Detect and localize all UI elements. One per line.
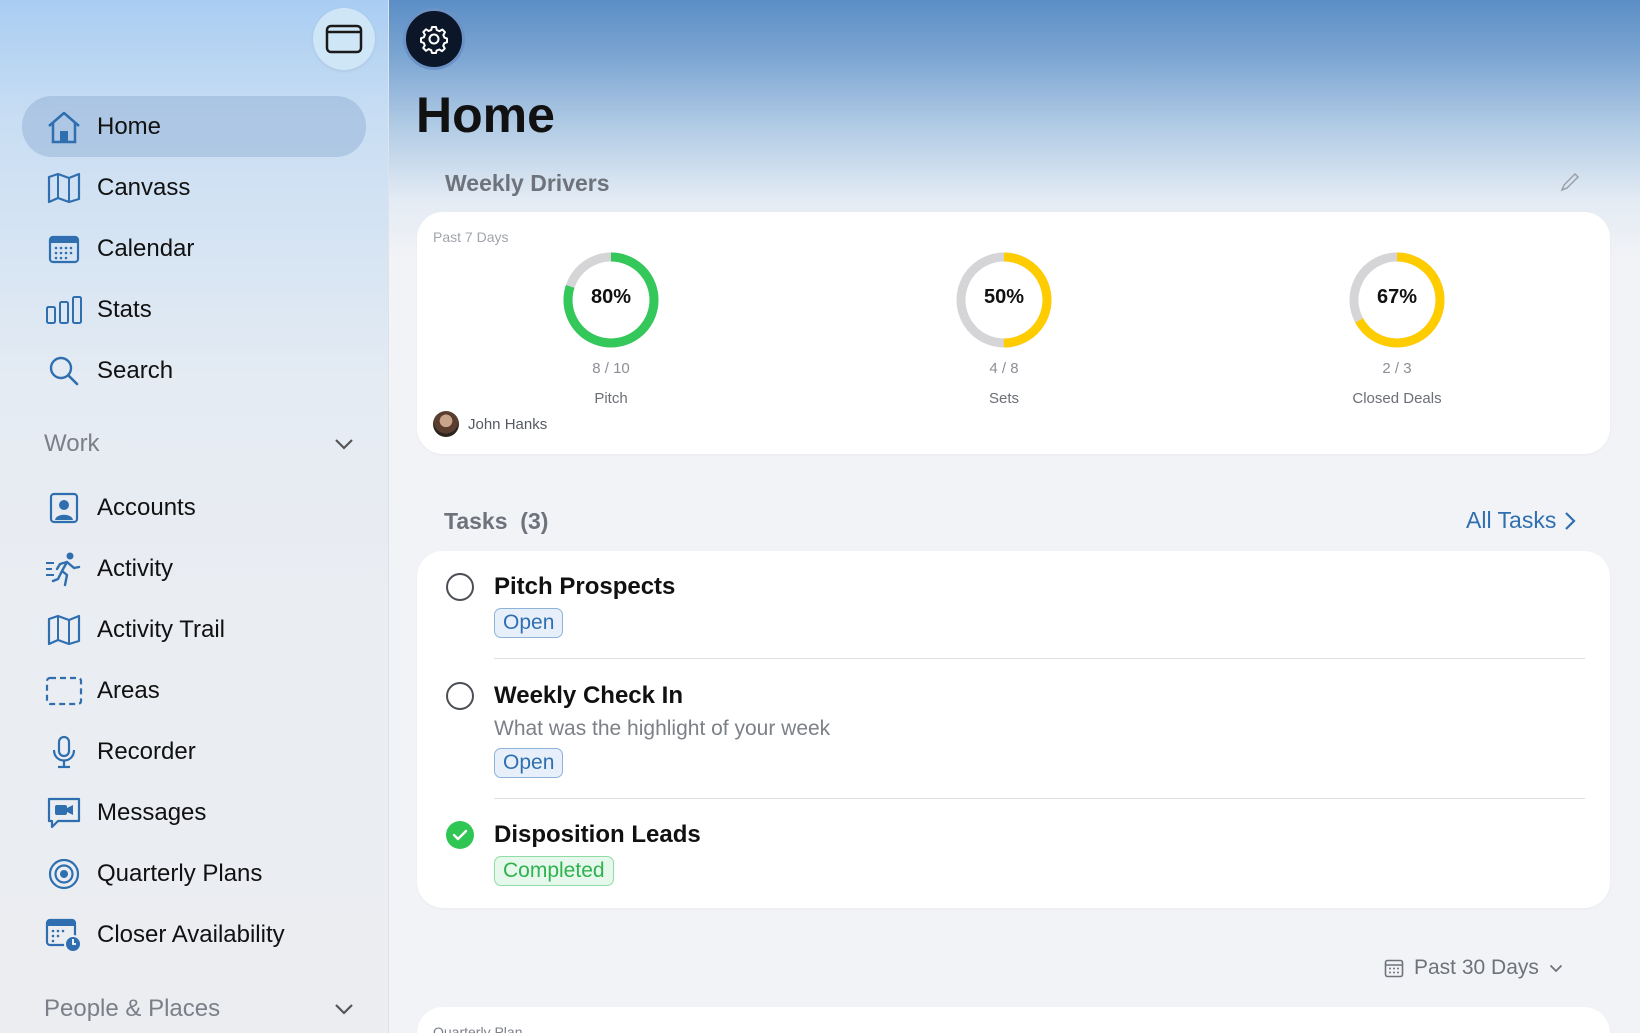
sidebar-item-label: Recorder	[97, 737, 196, 765]
sidebar-item-label: Activity Trail	[97, 615, 226, 643]
tasks-title: Tasks (3)	[444, 508, 549, 534]
gauge-closed-deals: 67% 2 / 3 Closed Deals	[1297, 250, 1497, 407]
sidebar-item-calendar[interactable]: Calendar	[22, 218, 366, 279]
gauge-fraction: 8 / 10	[592, 360, 630, 377]
tasks-card: Pitch Prospects Open Weekly Check In Wha…	[417, 551, 1610, 908]
target-icon	[44, 854, 84, 894]
status-badge: Open	[494, 608, 564, 638]
sidebar-item-stats[interactable]: Stats	[22, 279, 366, 340]
gear-icon	[420, 26, 448, 54]
gauge-percent: 50%	[983, 286, 1025, 308]
gauge-label: Pitch	[594, 390, 628, 407]
owner: John Hanks	[433, 411, 547, 437]
gauge-percent: 80%	[590, 286, 632, 308]
home-icon	[44, 107, 84, 147]
period-label: Past 7 Days	[433, 229, 509, 245]
sidebar-item-accounts[interactable]: Accounts	[22, 477, 366, 538]
sidebar-item-recorder[interactable]: Recorder	[22, 721, 366, 782]
sidebar-item-label: Calendar	[97, 234, 195, 262]
calendar-clock-icon	[44, 915, 84, 955]
weekly-drivers-title: Weekly Drivers	[445, 170, 610, 196]
task-subtitle: What was the highlight of your week	[494, 717, 831, 740]
checkmark-icon	[452, 829, 468, 841]
sidebar-toggle-icon	[325, 24, 363, 54]
date-range-selector[interactable]: Past 30 Days	[1384, 956, 1563, 980]
section-title: People & Places	[44, 995, 221, 1022]
task-title: Weekly Check In	[494, 682, 683, 709]
status-badge: Completed	[494, 856, 614, 886]
sidebar-item-messages[interactable]: Messages	[22, 782, 366, 843]
weekly-drivers-card[interactable]: Past 7 Days 80% 8 / 10 Pitch 50% 4 / 8 S…	[417, 212, 1610, 454]
microphone-icon	[44, 732, 84, 772]
divider	[494, 798, 1585, 799]
sidebar-item-label: Stats	[97, 295, 152, 323]
sidebar-item-quarterly-plans[interactable]: Quarterly Plans	[22, 843, 366, 904]
chevron-down-icon	[1549, 964, 1563, 972]
chevron-down-icon	[335, 439, 353, 450]
owner-name: John Hanks	[468, 415, 548, 433]
running-figure-icon	[44, 549, 84, 589]
sidebar: Home Canvass Calendar Stats Search Work …	[0, 0, 389, 1033]
sidebar-item-label: Messages	[97, 798, 207, 826]
bar-chart-icon	[44, 290, 84, 330]
sidebar-item-activity-trail[interactable]: Activity Trail	[22, 599, 366, 660]
pencil-edit-icon[interactable]	[1560, 172, 1580, 192]
sidebar-toggle-button[interactable]	[313, 8, 375, 70]
all-tasks-label: All Tasks	[1466, 507, 1557, 533]
sidebar-item-canvass[interactable]: Canvass	[22, 157, 366, 218]
sidebar-item-label: Accounts	[97, 493, 196, 521]
status-badge: Open	[494, 748, 564, 778]
map-icon	[44, 610, 84, 650]
gauge-percent: 67%	[1376, 286, 1418, 308]
chevron-right-icon	[1565, 511, 1576, 530]
sidebar-item-label: Quarterly Plans	[97, 859, 263, 887]
section-people-places-header[interactable]: People & Places	[44, 995, 354, 1023]
section-title: Work	[44, 430, 100, 457]
gauge-pitch: 80% 8 / 10 Pitch	[511, 250, 711, 407]
sidebar-item-label: Home	[97, 112, 162, 140]
sidebar-item-label: Canvass	[97, 173, 191, 201]
calendar-icon	[44, 229, 84, 269]
dashed-rectangle-icon	[44, 671, 84, 711]
page-title: Home	[416, 87, 555, 143]
sidebar-item-home[interactable]: Home	[22, 96, 366, 157]
gauge-label: Sets	[988, 390, 1019, 407]
task-checkbox[interactable]	[446, 573, 474, 601]
map-icon	[44, 168, 84, 208]
chevron-down-icon	[335, 1004, 353, 1015]
contact-card-icon	[44, 488, 84, 528]
sidebar-item-areas[interactable]: Areas	[22, 660, 366, 721]
sidebar-item-label: Activity	[97, 554, 174, 582]
video-message-icon	[44, 793, 84, 833]
main-content: Home Weekly Drivers Past 7 Days 80% 8 / …	[389, 0, 1640, 1033]
quarterly-plan-label: Quarterly Plan	[433, 1024, 523, 1033]
all-tasks-link[interactable]: All Tasks	[1466, 507, 1576, 534]
gauge-fraction: 4 / 8	[989, 360, 1019, 377]
sidebar-item-closer-availability[interactable]: Closer Availability	[22, 904, 366, 965]
task-title: Disposition Leads	[494, 821, 701, 848]
task-checkbox[interactable]	[446, 682, 474, 710]
sidebar-item-label: Closer Availability	[97, 920, 285, 948]
sidebar-item-label: Search	[97, 356, 174, 384]
gauge-label: Closed Deals	[1352, 390, 1442, 407]
date-range-label: Past 30 Days	[1414, 956, 1539, 979]
task-title: Pitch Prospects	[494, 573, 676, 600]
gauge-fraction: 2 / 3	[1382, 360, 1412, 377]
calendar-icon	[1384, 959, 1404, 978]
quarterly-plan-card[interactable]: Quarterly Plan	[417, 1007, 1610, 1033]
gauge-sets: 50% 4 / 8 Sets	[904, 250, 1104, 407]
search-icon	[44, 351, 84, 391]
section-work-header[interactable]: Work	[44, 430, 354, 458]
divider	[494, 658, 1585, 659]
sidebar-item-search[interactable]: Search	[22, 340, 366, 401]
task-checkbox-checked[interactable]	[446, 821, 474, 849]
sidebar-item-label: Areas	[97, 676, 160, 704]
settings-button[interactable]	[403, 8, 465, 70]
avatar	[433, 411, 459, 437]
sidebar-item-activity[interactable]: Activity	[22, 538, 366, 599]
